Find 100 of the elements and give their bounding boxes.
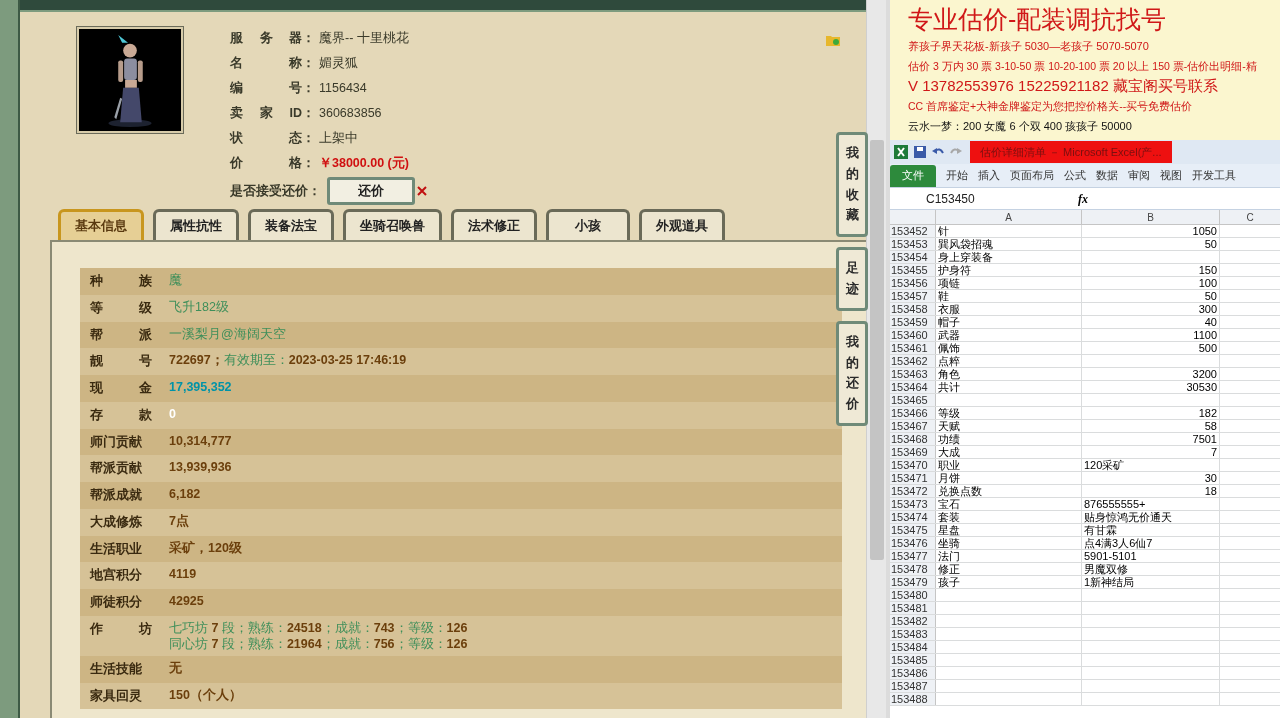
table-cell: 100 (1198, 277, 1217, 289)
row-number[interactable]: 153474 (890, 511, 936, 523)
save-icon[interactable] (914, 146, 926, 158)
row-number[interactable]: 153483 (890, 628, 936, 640)
spreadsheet-icon[interactable] (894, 145, 908, 159)
row-number[interactable]: 153475 (890, 524, 936, 536)
detail-value: 722697；有效期至：2023-03-25 17:46:19 (169, 352, 407, 369)
table-cell: 1050 (1192, 225, 1217, 237)
detail-value: 6,182 (169, 486, 201, 502)
ribbon-tab[interactable]: 公式 (1064, 167, 1086, 184)
table-cell: 月饼 (938, 472, 960, 484)
field-value: ￥38000.00 (元) (319, 154, 409, 172)
detail-label: 存款 (90, 406, 152, 424)
side-button[interactable]: 足迹 (836, 247, 868, 311)
ad-line: 养孩子界天花板-新孩子 5030—老孩子 5070-5070 (908, 39, 1149, 54)
name-box[interactable]: C153450 (890, 189, 1030, 208)
row-number[interactable]: 153485 (890, 654, 936, 666)
table-cell: 150 (1198, 264, 1217, 276)
row-number[interactable]: 153470 (890, 459, 936, 471)
row-number[interactable]: 153473 (890, 498, 936, 510)
row-number[interactable]: 153484 (890, 641, 936, 653)
undo-icon[interactable] (932, 147, 944, 157)
tab[interactable]: 小孩 (546, 209, 630, 240)
row-number[interactable]: 153471 (890, 472, 936, 484)
row-number[interactable]: 153468 (890, 433, 936, 445)
ribbon-tab[interactable]: 数据 (1096, 167, 1118, 184)
tab[interactable]: 外观道具 (639, 209, 725, 240)
detail-value: 一溪梨月@海阔天空 (169, 325, 286, 342)
row-number[interactable]: 153472 (890, 485, 936, 497)
row-number[interactable]: 153465 (890, 394, 936, 406)
ribbon-tab[interactable]: 插入 (978, 167, 1000, 184)
ribbon-tab[interactable]: 审阅 (1128, 167, 1150, 184)
table-cell: 天赋 (938, 420, 960, 432)
row-number[interactable]: 153459 (890, 316, 936, 328)
detail-label: 现金 (90, 380, 152, 397)
side-button[interactable]: 我的收藏 (836, 132, 868, 238)
file-tab[interactable]: 文件 (890, 164, 936, 187)
ad-line: 估价 3 万内 30 票 3-10-50 票 10-20-100 票 20 以上 150 票-估价出明细-精 (908, 59, 1257, 74)
table-cell: 1100 (1193, 329, 1217, 341)
row-number[interactable]: 153458 (890, 303, 936, 315)
side-button[interactable]: 我的还价 (836, 320, 868, 426)
detail-label: 帮派 (90, 326, 152, 344)
detail-value: 采矿，120级 (169, 539, 242, 556)
table-cell: 1新神结局 (1084, 576, 1135, 588)
field-colon: ： (302, 79, 315, 97)
fx-icon[interactable]: fx (1078, 189, 1088, 208)
column-header[interactable]: A (936, 210, 1082, 224)
ribbon-tab[interactable]: 视图 (1160, 167, 1182, 184)
detail-label: 帮派贡献 (90, 460, 143, 478)
ribbon-tab[interactable]: 开始 (946, 167, 968, 184)
field-colon: ： (302, 154, 315, 172)
table-cell: 孩子 (938, 576, 960, 588)
row-number[interactable]: 153481 (890, 602, 936, 614)
row-number[interactable]: 153482 (890, 615, 936, 627)
row-number[interactable]: 153486 (890, 667, 936, 679)
row-number[interactable]: 153463 (890, 368, 936, 380)
row-number[interactable]: 153478 (890, 563, 936, 575)
row-number[interactable]: 153454 (890, 251, 936, 263)
close-icon[interactable] (417, 186, 427, 196)
counter-offer-button[interactable]: 还价 (327, 177, 415, 205)
tab[interactable]: 坐骑召唤兽 (343, 209, 442, 240)
row-number[interactable]: 153464 (890, 381, 936, 393)
table-cell: 鞋 (938, 290, 949, 302)
row-number[interactable]: 153461 (890, 342, 936, 354)
table-cell: 50 (1204, 238, 1217, 250)
row-number[interactable]: 153452 (890, 225, 936, 237)
row-number[interactable]: 153462 (890, 355, 936, 367)
row-number[interactable]: 153479 (890, 576, 936, 588)
row-number[interactable]: 153466 (890, 407, 936, 419)
field-value: 1156434 (319, 79, 367, 97)
row-number[interactable]: 153453 (890, 238, 936, 250)
row-number[interactable]: 153477 (890, 550, 936, 562)
row-number[interactable]: 153467 (890, 420, 936, 432)
row-number[interactable]: 153488 (890, 693, 936, 705)
ribbon-tab[interactable]: 页面布局 (1010, 167, 1054, 184)
table-cell: 男魔双修 (1084, 563, 1128, 575)
table-cell: 贴身惊鸿无价通天 (1084, 511, 1172, 523)
row-number[interactable]: 153460 (890, 329, 936, 341)
tab[interactable]: 基本信息 (58, 209, 144, 240)
detail-value: 17,395,352 (169, 379, 232, 395)
table-cell: 坐骑 (938, 537, 960, 549)
row-number[interactable]: 153457 (890, 290, 936, 302)
column-header[interactable]: B (1082, 210, 1220, 224)
row-number[interactable]: 153476 (890, 537, 936, 549)
table-cell: 182 (1198, 407, 1217, 419)
column-header[interactable]: C (1220, 210, 1280, 224)
row-number[interactable]: 153487 (890, 680, 936, 692)
row-number[interactable]: 153480 (890, 589, 936, 601)
tab[interactable]: 属性抗性 (153, 209, 239, 240)
table-cell: 宝石 (938, 498, 960, 510)
row-number[interactable]: 153456 (890, 277, 936, 289)
ribbon-tab[interactable]: 开发工具 (1192, 167, 1236, 184)
scrollbar-thumb[interactable] (869, 140, 884, 560)
detail-value: 魔 (169, 272, 182, 288)
tab[interactable]: 法术修正 (451, 209, 537, 240)
row-number[interactable]: 153469 (890, 446, 936, 458)
tab[interactable]: 装备法宝 (248, 209, 334, 240)
table-cell: 有甘霖 (1084, 524, 1117, 536)
table-cell: 点4满3人6仙7 (1084, 537, 1153, 549)
row-number[interactable]: 153455 (890, 264, 936, 276)
